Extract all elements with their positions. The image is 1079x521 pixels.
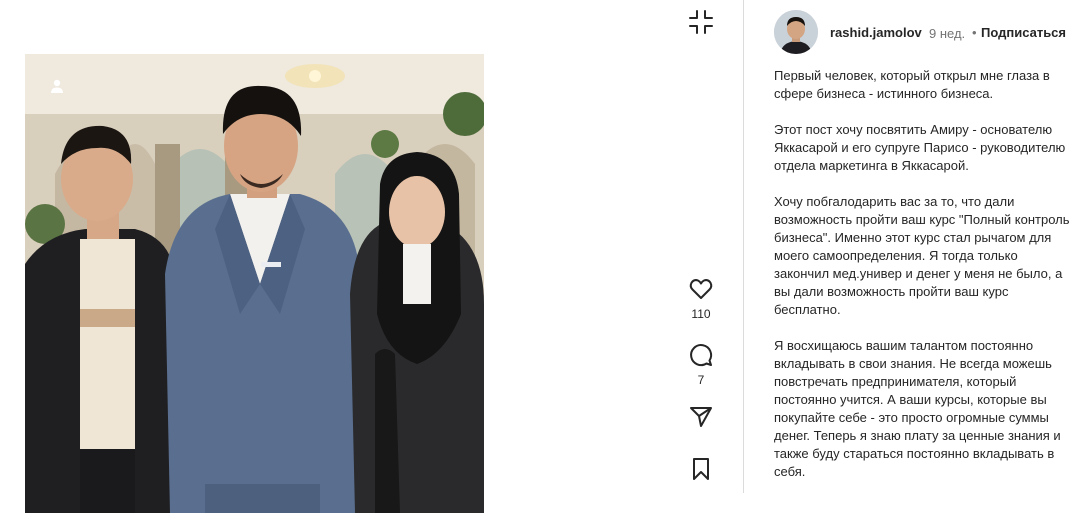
caption-paragraph: Первый человек, который открыл мне глаза… bbox=[774, 68, 1050, 101]
bookmark-icon[interactable] bbox=[688, 456, 714, 482]
send-icon[interactable] bbox=[688, 404, 714, 430]
post-caption: Первый человек, который открыл мне глаза… bbox=[774, 67, 1074, 499]
post-photo-illustration bbox=[25, 54, 484, 513]
comment-count[interactable]: 7 bbox=[683, 373, 719, 387]
caption-paragraph: Я восхищаюсь вашим талантом постоянно вк… bbox=[774, 338, 1061, 479]
collapse-icon[interactable] bbox=[688, 9, 714, 35]
post-sidebar: rashid.jamolov 9 нед. • Подписаться Перв… bbox=[744, 0, 1079, 521]
avatar[interactable] bbox=[774, 10, 818, 54]
separator-dot: • bbox=[972, 25, 977, 40]
user-tag-icon[interactable] bbox=[49, 78, 65, 94]
post-header: rashid.jamolov 9 нед. • Подписаться bbox=[744, 10, 1079, 54]
caption-paragraph: Этот пост хочу посвятить Амиру - основат… bbox=[774, 122, 1066, 173]
heart-icon[interactable] bbox=[688, 276, 714, 302]
comment-icon[interactable] bbox=[688, 342, 714, 368]
post-photo[interactable] bbox=[25, 54, 484, 513]
caption-paragraph: Хочу побгалодарить вас за то, что дали в… bbox=[774, 194, 1070, 317]
username[interactable]: rashid.jamolov bbox=[830, 25, 922, 40]
media-area: 110 7 bbox=[0, 0, 743, 521]
post-time[interactable]: 9 нед. bbox=[929, 26, 965, 41]
like-count[interactable]: 110 bbox=[683, 307, 719, 321]
more-dots-icon[interactable] bbox=[691, 512, 711, 520]
follow-button[interactable]: Подписаться bbox=[981, 25, 1066, 40]
